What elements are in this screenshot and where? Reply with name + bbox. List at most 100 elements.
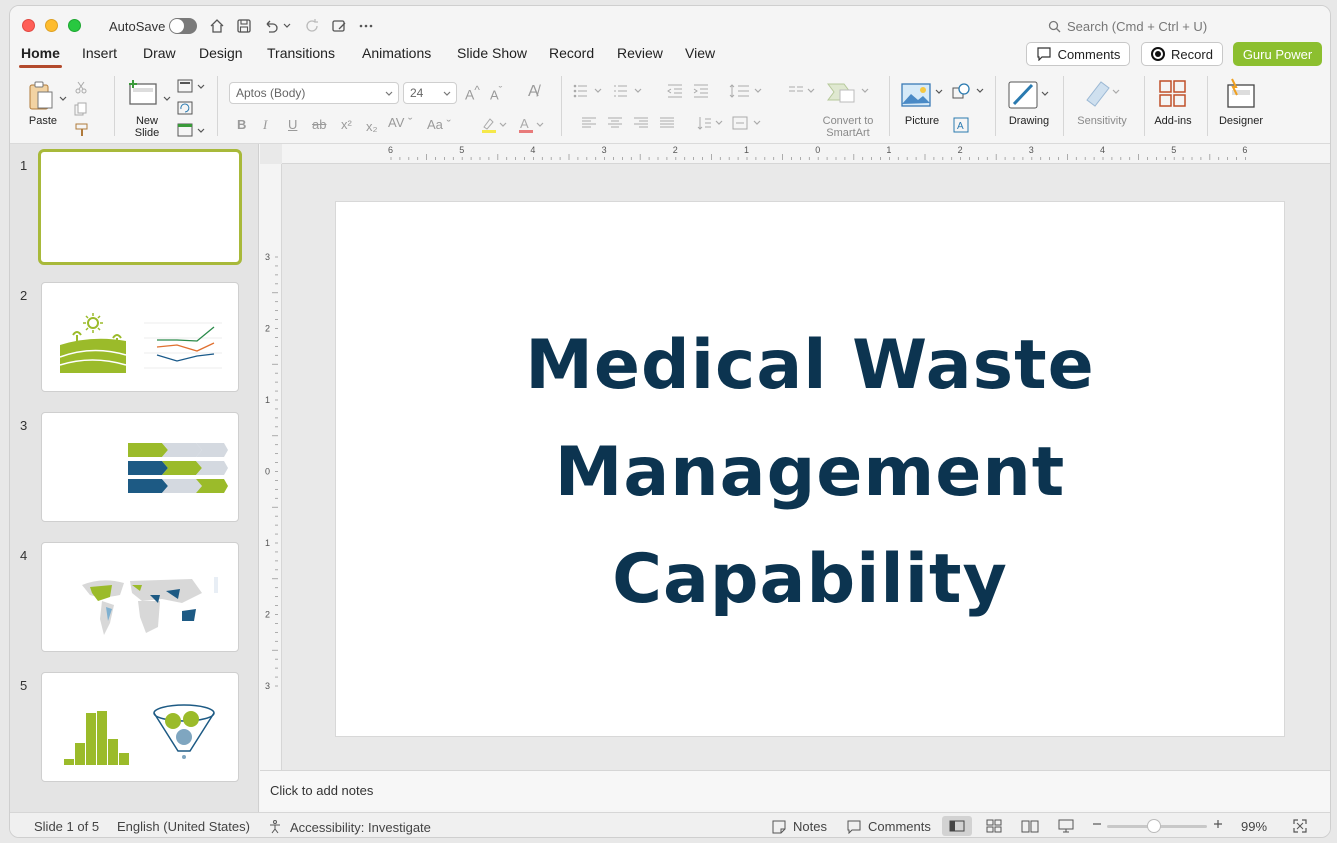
underline-icon[interactable]: U bbox=[288, 117, 297, 132]
tab-home[interactable]: Home bbox=[19, 45, 62, 68]
text-direction-icon[interactable] bbox=[696, 115, 726, 134]
slide-show-button[interactable] bbox=[1058, 819, 1074, 833]
new-slide-icon[interactable] bbox=[126, 78, 160, 111]
cut-icon[interactable] bbox=[74, 80, 88, 97]
tab-slide-show[interactable]: Slide Show bbox=[457, 45, 527, 61]
reading-view-button[interactable] bbox=[1021, 819, 1039, 833]
align-right-icon[interactable] bbox=[634, 117, 648, 132]
save-icon[interactable] bbox=[234, 16, 254, 36]
font-color-icon[interactable]: A bbox=[517, 116, 545, 137]
layout-icon[interactable] bbox=[177, 78, 207, 97]
language-indicator[interactable]: English (United States) bbox=[117, 819, 250, 834]
picture-icon[interactable] bbox=[901, 82, 945, 111]
tab-transitions[interactable]: Transitions bbox=[267, 45, 335, 61]
new-slide-chevron-icon[interactable] bbox=[163, 90, 171, 105]
maximize-window-button[interactable] bbox=[68, 19, 81, 32]
guru-power-button[interactable]: Guru Power bbox=[1233, 42, 1322, 66]
autosave-toggle[interactable] bbox=[169, 18, 197, 34]
slide-editor[interactable]: 6 5 4 3 2 1 0 1 2 3 4 5 6 3 2 1 0 1 2 3 Medical Waste Mana… bbox=[260, 144, 1330, 770]
tab-design[interactable]: Design bbox=[199, 45, 243, 61]
section-icon[interactable] bbox=[177, 122, 207, 141]
align-left-icon[interactable] bbox=[582, 117, 596, 132]
undo-dropdown-chevron-icon[interactable] bbox=[281, 16, 293, 36]
tab-draw[interactable]: Draw bbox=[143, 45, 176, 61]
reading-view-icon bbox=[1021, 820, 1039, 833]
current-slide[interactable]: Medical Waste Management Capability bbox=[336, 202, 1284, 736]
numbering-icon[interactable] bbox=[613, 84, 645, 101]
tab-record[interactable]: Record bbox=[549, 45, 594, 61]
align-center-icon[interactable] bbox=[608, 117, 622, 132]
strikethrough-icon[interactable]: ab bbox=[312, 117, 326, 132]
slide-thumbnail-1[interactable] bbox=[38, 149, 242, 265]
tab-review[interactable]: Review bbox=[617, 45, 663, 61]
slide-thumbnail-2[interactable] bbox=[41, 282, 239, 392]
zoom-out-button[interactable] bbox=[1092, 819, 1102, 829]
ruler-label: 6 bbox=[388, 145, 393, 155]
subscript-icon[interactable]: x₂ bbox=[366, 119, 378, 134]
character-spacing-icon[interactable]: AV ˇ bbox=[388, 115, 412, 130]
addins-icon[interactable] bbox=[1158, 79, 1188, 112]
slide-thumbnail-5[interactable] bbox=[41, 672, 239, 782]
slide-title-line: Capability bbox=[612, 540, 1008, 619]
fit-to-window-button[interactable] bbox=[1293, 819, 1307, 833]
line-spacing-icon[interactable] bbox=[729, 83, 765, 102]
paste-icon[interactable] bbox=[25, 80, 57, 115]
zoom-level[interactable]: 99% bbox=[1241, 819, 1267, 834]
undo-icon[interactable] bbox=[261, 16, 281, 36]
slide-show-icon bbox=[1058, 819, 1074, 833]
increase-indent-icon[interactable] bbox=[693, 84, 709, 101]
clear-formatting-icon[interactable]: A̸ bbox=[528, 83, 539, 101]
decrease-indent-icon[interactable] bbox=[667, 84, 683, 101]
notes-toggle-button[interactable]: Notes bbox=[771, 819, 827, 834]
ruler-label: 4 bbox=[530, 145, 535, 155]
font-name-select[interactable]: Aptos (Body) bbox=[229, 82, 399, 104]
tab-view[interactable]: View bbox=[685, 45, 715, 61]
ruler-label: 2 bbox=[265, 610, 270, 620]
columns-icon[interactable] bbox=[788, 84, 818, 101]
minimize-window-button[interactable] bbox=[45, 19, 58, 32]
zoom-slider-thumb[interactable] bbox=[1147, 819, 1161, 833]
italic-icon[interactable]: I bbox=[263, 117, 267, 133]
shrink-font-icon[interactable]: Aˇ bbox=[490, 85, 502, 102]
drawing-icon[interactable] bbox=[1008, 79, 1052, 114]
slide-thumbnails-panel[interactable]: 1 2 3 4 5 bbox=[10, 144, 259, 812]
zoom-in-button[interactable] bbox=[1213, 819, 1223, 829]
tab-animations[interactable]: Animations bbox=[362, 45, 431, 61]
slide-thumbnail-3[interactable] bbox=[41, 412, 239, 522]
present-icon[interactable] bbox=[329, 16, 349, 36]
redo-icon[interactable] bbox=[302, 16, 322, 36]
slide-title-textbox[interactable]: Medical Waste Management Capability bbox=[336, 312, 1284, 633]
slide-sorter-button[interactable] bbox=[986, 819, 1002, 833]
smartart-icon[interactable] bbox=[826, 80, 872, 107]
justify-icon[interactable] bbox=[660, 117, 674, 132]
highlight-color-icon[interactable] bbox=[480, 116, 508, 137]
accessibility-button[interactable]: Accessibility: Investigate bbox=[268, 819, 431, 835]
font-size-select[interactable]: 24 bbox=[403, 82, 457, 104]
search-box[interactable]: Search (Cmd + Ctrl + U) bbox=[1048, 19, 1207, 34]
grow-font-icon[interactable]: A^ bbox=[465, 84, 480, 103]
sensitivity-icon[interactable] bbox=[1083, 78, 1123, 113]
designer-icon[interactable] bbox=[1224, 77, 1258, 112]
format-painter-icon[interactable] bbox=[74, 123, 90, 140]
align-text-icon[interactable] bbox=[732, 115, 764, 134]
bold-icon[interactable]: B bbox=[237, 117, 246, 132]
record-button[interactable]: Record bbox=[1141, 42, 1223, 66]
text-box-icon[interactable]: A bbox=[952, 116, 970, 137]
home-icon[interactable] bbox=[207, 16, 227, 36]
comments-button[interactable]: Comments bbox=[1026, 42, 1130, 66]
more-options-icon[interactable] bbox=[356, 16, 376, 36]
change-case-icon[interactable]: Aa ˇ bbox=[427, 117, 451, 132]
fit-to-window-icon bbox=[1293, 819, 1307, 833]
tab-insert[interactable]: Insert bbox=[82, 45, 117, 61]
notes-pane[interactable]: Click to add notes bbox=[260, 770, 1330, 810]
paste-dropdown-chevron-icon[interactable] bbox=[59, 90, 67, 105]
superscript-icon[interactable]: x² bbox=[341, 117, 352, 132]
copy-icon[interactable] bbox=[74, 102, 90, 119]
slide-thumbnail-4[interactable] bbox=[41, 542, 239, 652]
bullets-icon[interactable] bbox=[573, 84, 605, 101]
shapes-icon[interactable] bbox=[951, 82, 985, 105]
normal-view-button[interactable] bbox=[942, 816, 972, 836]
close-window-button[interactable] bbox=[22, 19, 35, 32]
comments-toggle-button[interactable]: Comments bbox=[846, 819, 931, 834]
reset-slide-icon[interactable] bbox=[177, 100, 195, 119]
